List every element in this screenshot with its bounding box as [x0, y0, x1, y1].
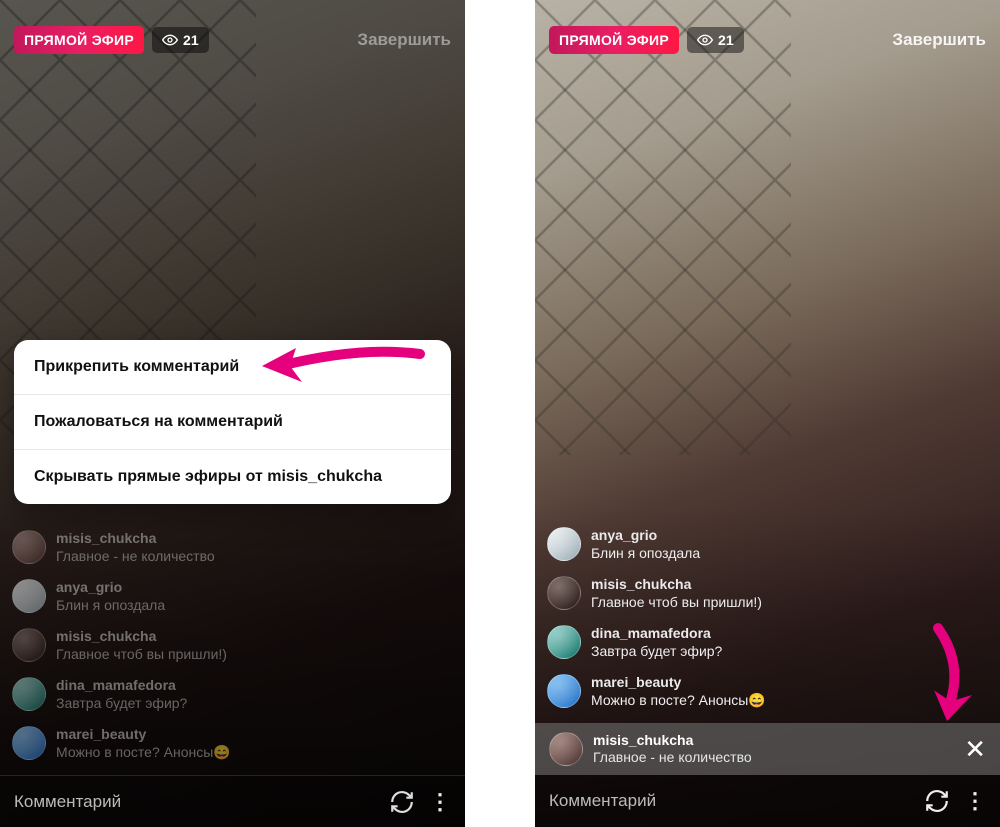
- comment-username: dina_mamafedora: [56, 677, 187, 695]
- menu-item-report-comment[interactable]: Пожаловаться на комментарий: [14, 395, 451, 450]
- comment-message: Главное чтоб вы пришли!): [591, 594, 762, 612]
- camera-switch-icon[interactable]: [924, 788, 950, 814]
- comment-message: Завтра будет эфир?: [591, 643, 722, 661]
- avatar: [12, 677, 46, 711]
- comment-username: dina_mamafedora: [591, 625, 722, 643]
- avatar: [12, 726, 46, 760]
- avatar: [547, 527, 581, 561]
- comment-context-menu: Прикрепить комментарий Пожаловаться на к…: [14, 340, 451, 504]
- top-bar: ПРЯМОЙ ЭФИР 21 Завершить: [549, 22, 986, 58]
- comment-item[interactable]: marei_beauty Можно в посте? Анонсы😄: [12, 726, 405, 761]
- comment-item[interactable]: misis_chukcha Главное чтоб вы пришли!): [547, 576, 940, 611]
- comment-item[interactable]: marei_beauty Можно в посте? Анонсы😄: [547, 674, 940, 709]
- comment-input[interactable]: Комментарий: [14, 792, 375, 812]
- comment-input-bar: Комментарий ⋮: [0, 775, 465, 827]
- menu-item-pin-comment[interactable]: Прикрепить комментарий: [14, 340, 451, 395]
- end-live-button[interactable]: Завершить: [357, 30, 451, 50]
- comment-input[interactable]: Комментарий: [549, 791, 910, 811]
- comment-item[interactable]: anya_grio Блин я опоздала: [547, 527, 940, 562]
- avatar: [549, 732, 583, 766]
- top-bar: ПРЯМОЙ ЭФИР 21 Завершить: [14, 22, 451, 58]
- comment-message: Можно в посте? Анонсы😄: [56, 744, 231, 762]
- comment-username: misis_chukcha: [56, 628, 227, 646]
- eye-icon: [697, 32, 713, 48]
- avatar: [547, 625, 581, 659]
- comment-username: marei_beauty: [56, 726, 231, 744]
- comment-username: anya_grio: [591, 527, 700, 545]
- comment-message: Главное - не количество: [56, 548, 215, 566]
- more-options-icon[interactable]: ⋮: [429, 789, 451, 815]
- viewer-count-badge[interactable]: 21: [687, 27, 744, 53]
- comment-item[interactable]: dina_mamafedora Завтра будет эфир?: [12, 677, 405, 712]
- camera-switch-icon[interactable]: [389, 789, 415, 815]
- comments-feed[interactable]: anya_grio Блин я опоздала misis_chukcha …: [547, 527, 940, 709]
- live-badge: ПРЯМОЙ ЭФИР: [14, 26, 144, 54]
- comment-message: Завтра будет эфир?: [56, 695, 187, 713]
- comment-message: Блин я опоздала: [56, 597, 165, 615]
- comment-input-bar: Комментарий ⋮: [535, 775, 1000, 827]
- pinned-comment-bar[interactable]: misis_chukcha Главное - не количество ✕: [535, 723, 1000, 775]
- comment-item[interactable]: dina_mamafedora Завтра будет эфир?: [547, 625, 940, 660]
- avatar: [12, 579, 46, 613]
- comment-username: anya_grio: [56, 579, 165, 597]
- comments-feed[interactable]: misis_chukcha Главное - не количество an…: [12, 530, 405, 761]
- comment-username: misis_chukcha: [56, 530, 215, 548]
- comment-item[interactable]: misis_chukcha Главное чтоб вы пришли!): [12, 628, 405, 663]
- comment-message: Блин я опоздала: [591, 545, 700, 563]
- live-badge: ПРЯМОЙ ЭФИР: [549, 26, 679, 54]
- comment-item[interactable]: misis_chukcha Главное - не количество: [12, 530, 405, 565]
- avatar: [547, 576, 581, 610]
- avatar: [12, 628, 46, 662]
- menu-item-hide-lives[interactable]: Скрывать прямые эфиры от misis_chukcha: [14, 450, 451, 504]
- pinned-username: misis_chukcha: [593, 732, 752, 750]
- avatar: [12, 530, 46, 564]
- comment-item[interactable]: anya_grio Блин я опоздала: [12, 579, 405, 614]
- avatar: [547, 674, 581, 708]
- comment-message: Главное чтоб вы пришли!): [56, 646, 227, 664]
- unpin-close-icon[interactable]: ✕: [964, 736, 986, 762]
- viewer-count: 21: [183, 32, 199, 48]
- viewer-count: 21: [718, 32, 734, 48]
- more-options-icon[interactable]: ⋮: [964, 788, 986, 814]
- screen-right: ПРЯМОЙ ЭФИР 21 Завершить anya_grio Блин …: [535, 0, 1000, 827]
- comment-username: misis_chukcha: [591, 576, 762, 594]
- pinned-message: Главное - не количество: [593, 749, 752, 767]
- screen-left: ПРЯМОЙ ЭФИР 21 Завершить misis_chukcha Г…: [0, 0, 465, 827]
- viewer-count-badge[interactable]: 21: [152, 27, 209, 53]
- comment-message: Можно в посте? Анонсы😄: [591, 692, 766, 710]
- eye-icon: [162, 32, 178, 48]
- end-live-button[interactable]: Завершить: [892, 30, 986, 50]
- comment-username: marei_beauty: [591, 674, 766, 692]
